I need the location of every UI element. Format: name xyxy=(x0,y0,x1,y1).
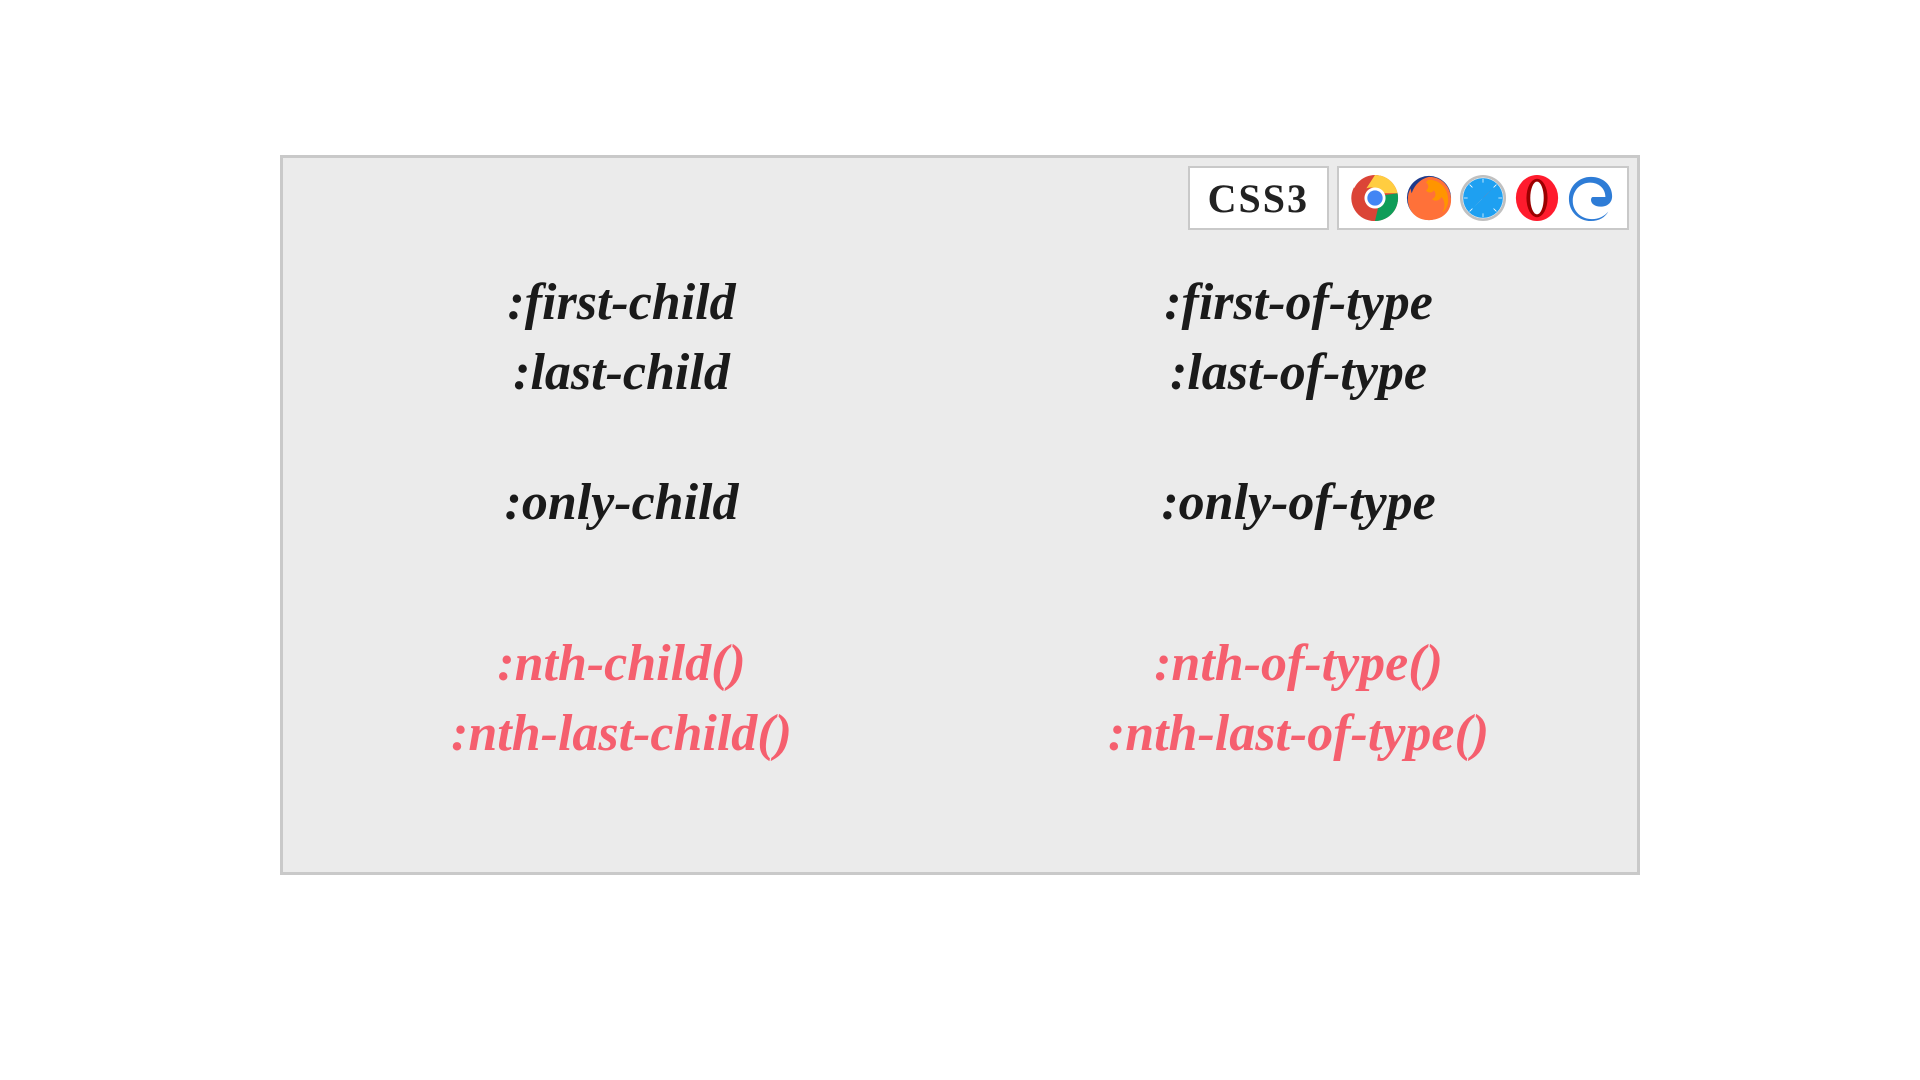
group-left-0: :first-child :last-child xyxy=(283,268,960,408)
selector-text: :last-child xyxy=(283,338,960,408)
group-right-2: :nth-of-type() :nth-last-of-type() xyxy=(960,629,1637,769)
group-left-1: :only-child xyxy=(283,468,960,538)
slide-stage: CSS3 xyxy=(0,0,1920,1080)
selector-text: :only-of-type xyxy=(960,468,1637,538)
slide: CSS3 xyxy=(180,100,1740,980)
firefox-icon xyxy=(1405,174,1453,222)
group-left-2: :nth-child() :nth-last-child() xyxy=(283,629,960,769)
column-left: :first-child :last-child :only-child :nt… xyxy=(283,268,960,832)
edge-icon xyxy=(1567,174,1615,222)
css3-badge: CSS3 xyxy=(1188,166,1329,230)
panel: CSS3 xyxy=(280,155,1640,875)
badge-row: CSS3 xyxy=(1188,166,1629,230)
group-right-1: :only-of-type xyxy=(960,468,1637,538)
selector-text: :first-child xyxy=(283,268,960,338)
selector-text: :nth-last-child() xyxy=(283,699,960,769)
safari-icon xyxy=(1459,174,1507,222)
column-right: :first-of-type :last-of-type :only-of-ty… xyxy=(960,268,1637,832)
selector-text: :nth-child() xyxy=(283,629,960,699)
selector-text: :last-of-type xyxy=(960,338,1637,408)
css3-label: CSS3 xyxy=(1208,175,1309,222)
selector-text: :nth-of-type() xyxy=(960,629,1637,699)
selector-text: :first-of-type xyxy=(960,268,1637,338)
chrome-icon xyxy=(1351,174,1399,222)
opera-icon xyxy=(1513,174,1561,222)
selector-text: :nth-last-of-type() xyxy=(960,699,1637,769)
group-right-0: :first-of-type :last-of-type xyxy=(960,268,1637,408)
selector-text: :only-child xyxy=(283,468,960,538)
browser-icons-badge xyxy=(1337,166,1629,230)
selectors-content: :first-child :last-child :only-child :nt… xyxy=(283,268,1637,832)
